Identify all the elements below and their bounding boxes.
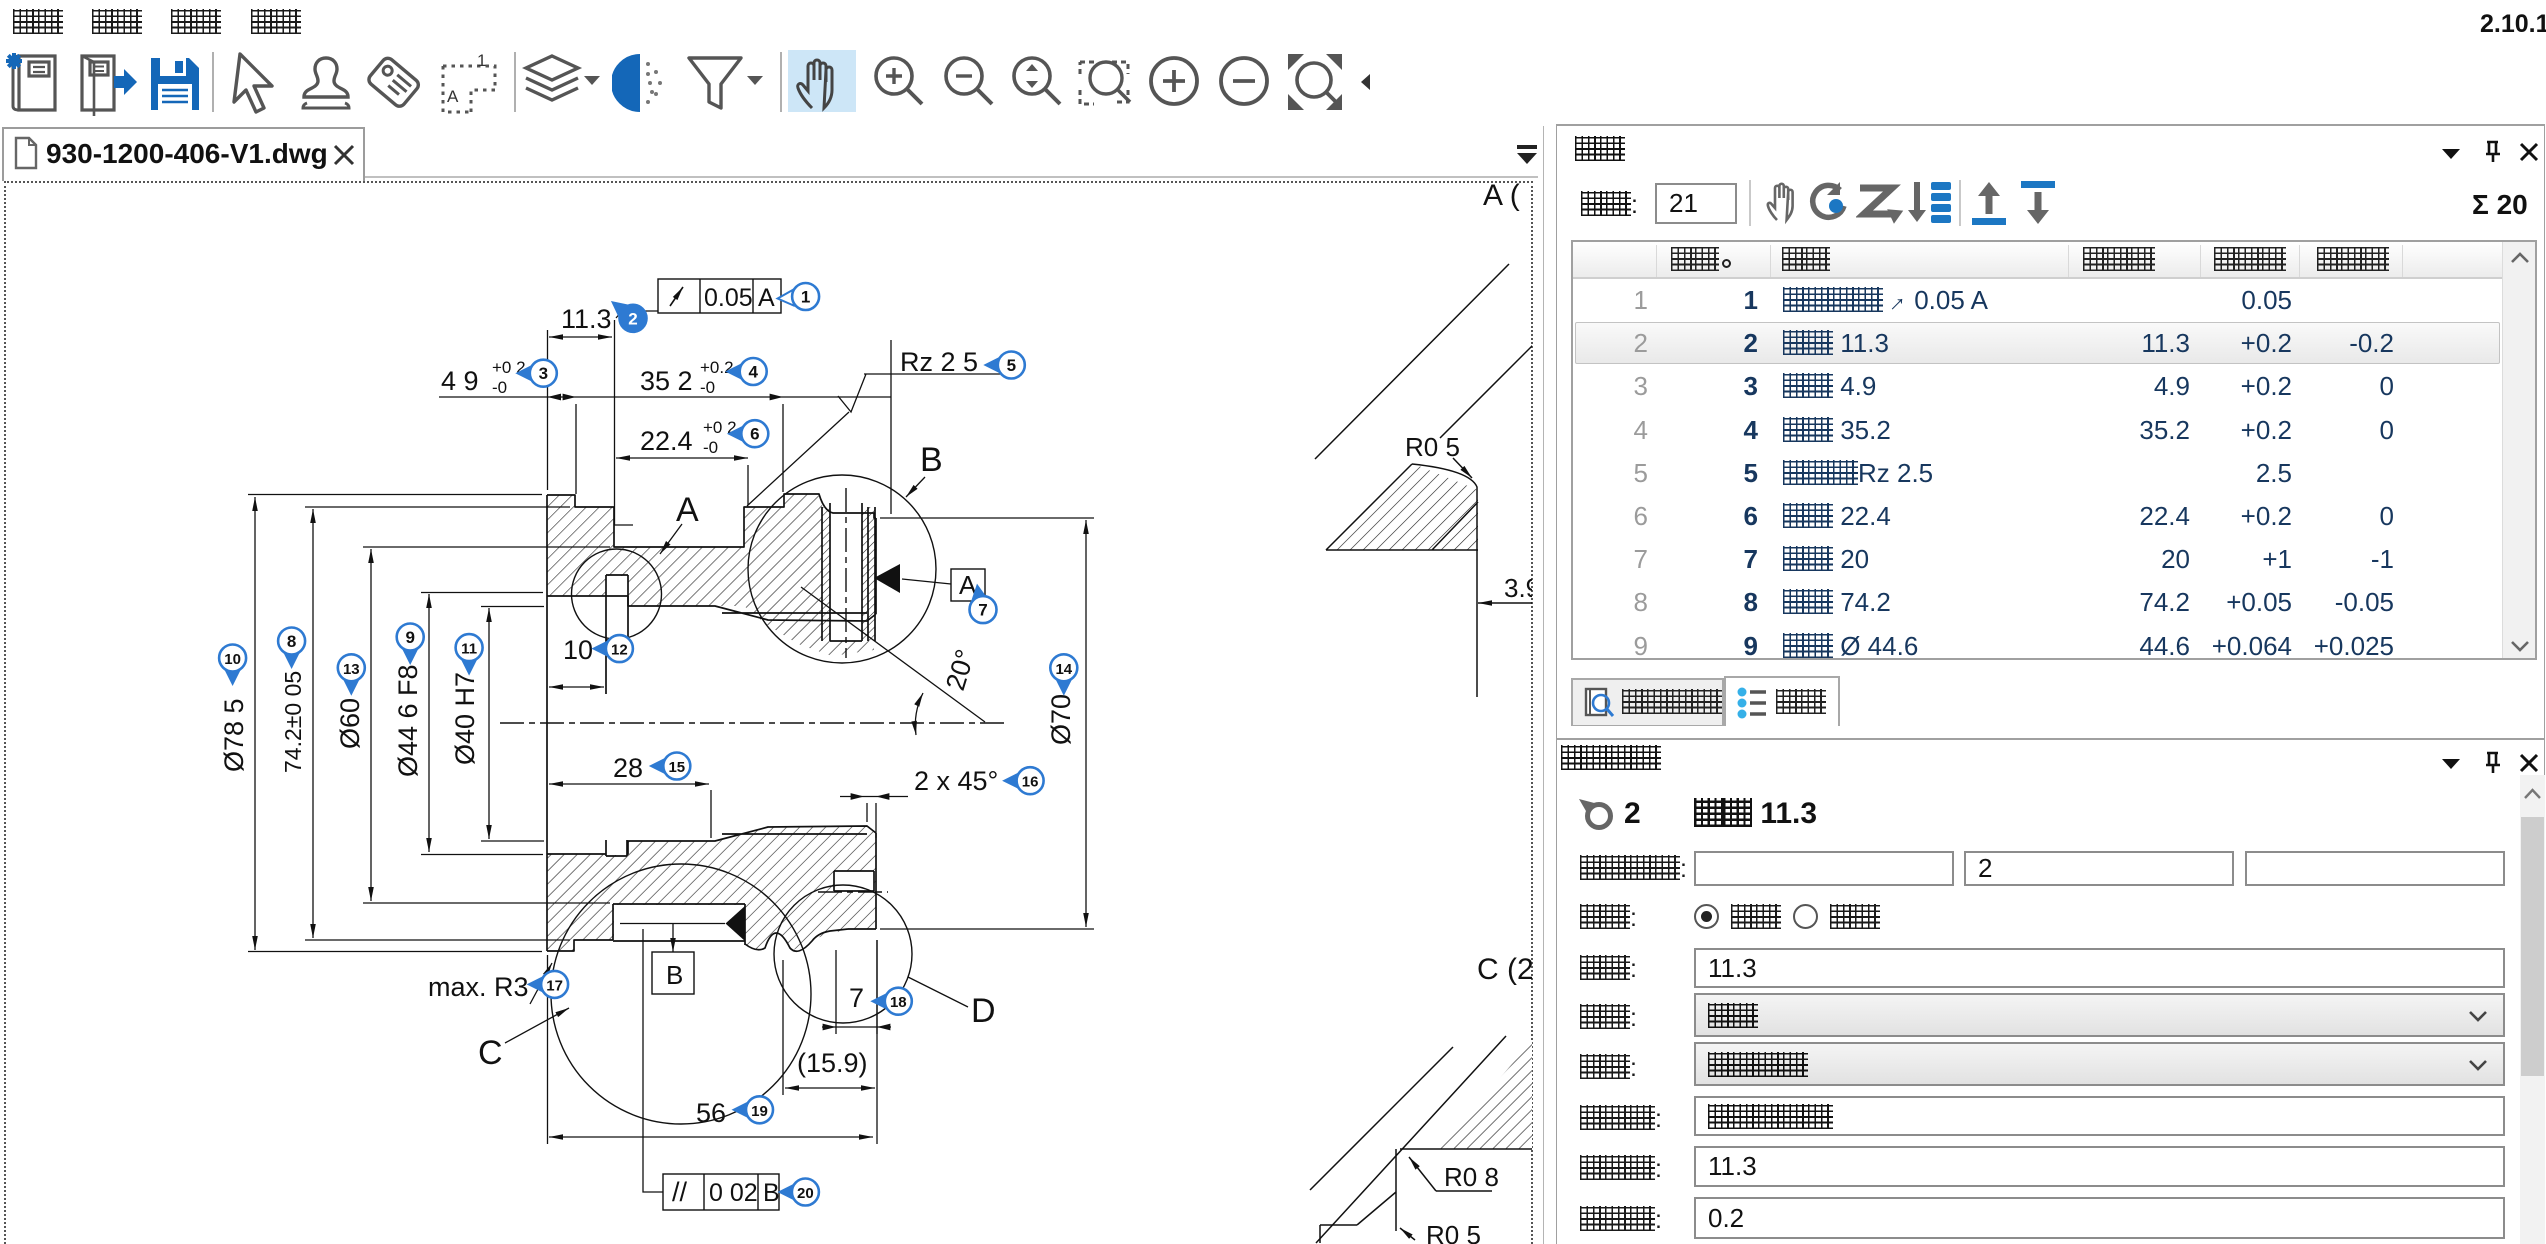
svg-text:B: B: [920, 441, 943, 479]
svg-text:18: 18: [890, 994, 907, 1011]
svg-text:0 02: 0 02: [709, 1179, 758, 1207]
svg-text:-0: -0: [700, 378, 715, 397]
svg-text:0.05: 0.05: [704, 284, 753, 312]
svg-text:2: 2: [628, 309, 637, 328]
svg-text:17: 17: [546, 977, 563, 994]
svg-text:-0: -0: [492, 378, 507, 397]
svg-text:3.9: 3.9: [1504, 573, 1532, 603]
svg-text:56: 56: [696, 1098, 726, 1128]
svg-text:10: 10: [563, 635, 593, 665]
svg-text:C (2: C (2: [1477, 953, 1532, 986]
svg-text:22.4: 22.4: [640, 426, 693, 456]
svg-text:3: 3: [539, 364, 548, 383]
svg-text:Ø78 5: Ø78 5: [219, 698, 249, 772]
svg-text:9: 9: [405, 628, 414, 647]
svg-text:-0: -0: [703, 438, 718, 457]
svg-text:12: 12: [611, 642, 628, 659]
svg-text:R0 5: R0 5: [1426, 1220, 1481, 1244]
svg-text:1: 1: [801, 288, 810, 307]
svg-text:A: A: [676, 491, 699, 529]
svg-text:7: 7: [849, 983, 864, 1013]
svg-text:A: A: [447, 87, 459, 106]
svg-text:19: 19: [751, 1103, 768, 1120]
svg-text:14: 14: [1055, 661, 1072, 678]
svg-text:4: 4: [748, 363, 758, 382]
svg-text:D: D: [971, 992, 996, 1030]
svg-text:1: 1: [477, 51, 486, 70]
svg-text:15: 15: [668, 759, 685, 776]
svg-text:Ø40 H7: Ø40 H7: [450, 672, 480, 765]
svg-text:16: 16: [1022, 774, 1039, 791]
svg-text:Ø60: Ø60: [335, 698, 365, 749]
svg-text://: //: [672, 1177, 688, 1207]
svg-text:2 x 45°: 2 x 45°: [914, 766, 998, 796]
svg-text:B: B: [666, 960, 683, 990]
svg-text:(15.9): (15.9): [797, 1048, 868, 1078]
svg-text:R0 8: R0 8: [1444, 1162, 1499, 1192]
svg-text:R0 5: R0 5: [1405, 432, 1460, 462]
svg-text:7: 7: [978, 601, 987, 620]
svg-text:C: C: [478, 1034, 503, 1072]
svg-text:+0.2: +0.2: [700, 358, 734, 377]
svg-text:74.2±0 05: 74.2±0 05: [280, 671, 306, 773]
svg-text:20°: 20°: [940, 646, 981, 694]
svg-text:11.3: 11.3: [561, 304, 612, 334]
svg-text:A: A: [758, 284, 775, 312]
svg-text:Ø70: Ø70: [1046, 694, 1076, 745]
svg-text:B: B: [763, 1179, 780, 1207]
svg-text:Ø44 6 F8: Ø44 6 F8: [393, 664, 423, 777]
svg-text:28: 28: [613, 753, 643, 783]
svg-text:35 2: 35 2: [640, 366, 693, 396]
svg-text:Rz 2 5: Rz 2 5: [900, 347, 978, 377]
svg-text:A (: A (: [1483, 182, 1520, 212]
svg-text:13: 13: [343, 661, 360, 678]
svg-text:4 9: 4 9: [441, 366, 479, 396]
svg-text:5: 5: [1007, 356, 1016, 375]
svg-text:6: 6: [750, 425, 759, 444]
svg-text:10: 10: [224, 651, 241, 668]
svg-text:max. R3: max. R3: [428, 972, 529, 1002]
svg-text:20: 20: [797, 1185, 814, 1202]
svg-text:8: 8: [287, 632, 296, 651]
svg-text:11: 11: [461, 641, 477, 658]
